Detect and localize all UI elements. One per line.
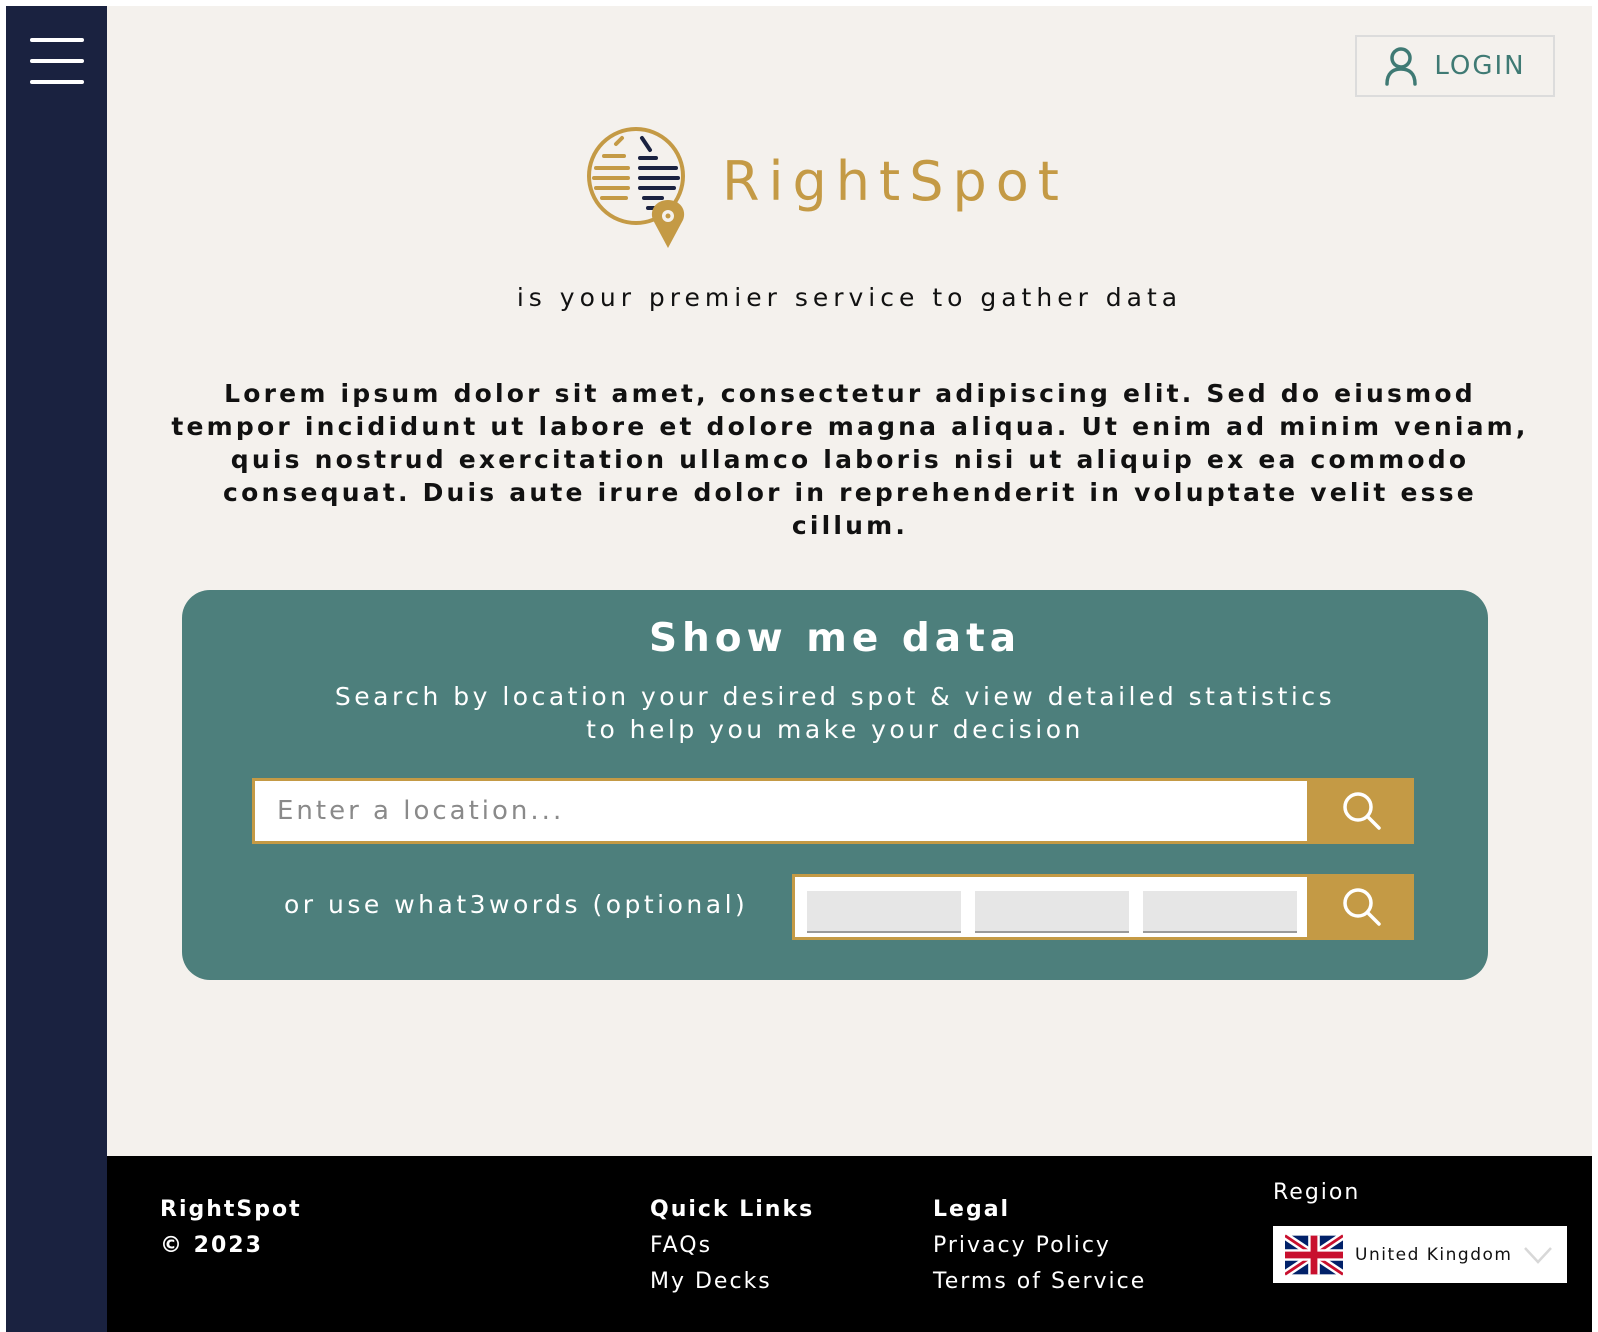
search-subtitle-line-1: Search by location your desired spot & v… bbox=[334, 682, 1336, 711]
uk-flag-icon bbox=[1285, 1232, 1343, 1277]
footer-quick-links: Quick Links FAQs My Decks bbox=[650, 1192, 814, 1300]
footer-link-faqs[interactable]: FAQs bbox=[650, 1228, 814, 1264]
tagline: is your premier service to gather data bbox=[516, 283, 1183, 312]
quick-links-heading: Quick Links bbox=[650, 1197, 815, 1222]
chevron-down-icon bbox=[1524, 1246, 1552, 1264]
login-label: LOGIN bbox=[1434, 51, 1526, 81]
footer-copyright: © 2023 bbox=[160, 1233, 263, 1258]
search-icon bbox=[1343, 792, 1381, 830]
globe-pin-icon bbox=[587, 127, 685, 248]
intro-paragraph: Lorem ipsum dolor sit amet, consectetur … bbox=[171, 379, 1529, 540]
footer: RightSpot © 2023 Quick Links FAQs My Dec… bbox=[107, 1156, 1592, 1332]
user-icon bbox=[1385, 47, 1418, 86]
region-label: Region bbox=[1273, 1180, 1361, 1205]
brand-logo bbox=[586, 124, 692, 254]
w3w-search-button[interactable] bbox=[1310, 874, 1414, 940]
footer-brand: RightSpot © 2023 bbox=[160, 1192, 302, 1264]
w3w-word-3-input[interactable] bbox=[1143, 891, 1297, 933]
footer-link-terms-of-service[interactable]: Terms of Service bbox=[933, 1264, 1146, 1300]
region-select[interactable]: United Kingdom bbox=[1273, 1226, 1567, 1283]
w3w-label: or use what3words (optional) bbox=[284, 890, 749, 919]
search-subtitle: Search by location your desired spot & v… bbox=[182, 680, 1488, 746]
location-input-wrap bbox=[252, 778, 1310, 844]
legal-heading: Legal bbox=[933, 1197, 1011, 1222]
footer-link-privacy-policy[interactable]: Privacy Policy bbox=[933, 1228, 1146, 1264]
footer-brand-name: RightSpot bbox=[160, 1197, 302, 1222]
sidebar bbox=[6, 6, 107, 1332]
login-button[interactable]: LOGIN bbox=[1355, 35, 1555, 97]
hamburger-menu-icon[interactable] bbox=[30, 34, 84, 88]
footer-legal: Legal Privacy Policy Terms of Service bbox=[933, 1192, 1146, 1300]
search-subtitle-line-2: to help you make your decision bbox=[586, 715, 1084, 744]
w3w-input-group bbox=[792, 874, 1310, 940]
search-title: Show me data bbox=[648, 616, 1022, 661]
region-selected-value: United Kingdom bbox=[1355, 1244, 1513, 1265]
w3w-word-2-input[interactable] bbox=[975, 891, 1129, 933]
location-search-button[interactable] bbox=[1310, 778, 1414, 844]
brand-name: RightSpot bbox=[722, 150, 1068, 213]
search-icon bbox=[1343, 888, 1381, 926]
footer-link-my-decks[interactable]: My Decks bbox=[650, 1264, 814, 1300]
search-card: Show me data Search by location your des… bbox=[182, 590, 1488, 980]
w3w-word-1-input[interactable] bbox=[807, 891, 961, 933]
location-search-input[interactable] bbox=[255, 781, 1307, 841]
